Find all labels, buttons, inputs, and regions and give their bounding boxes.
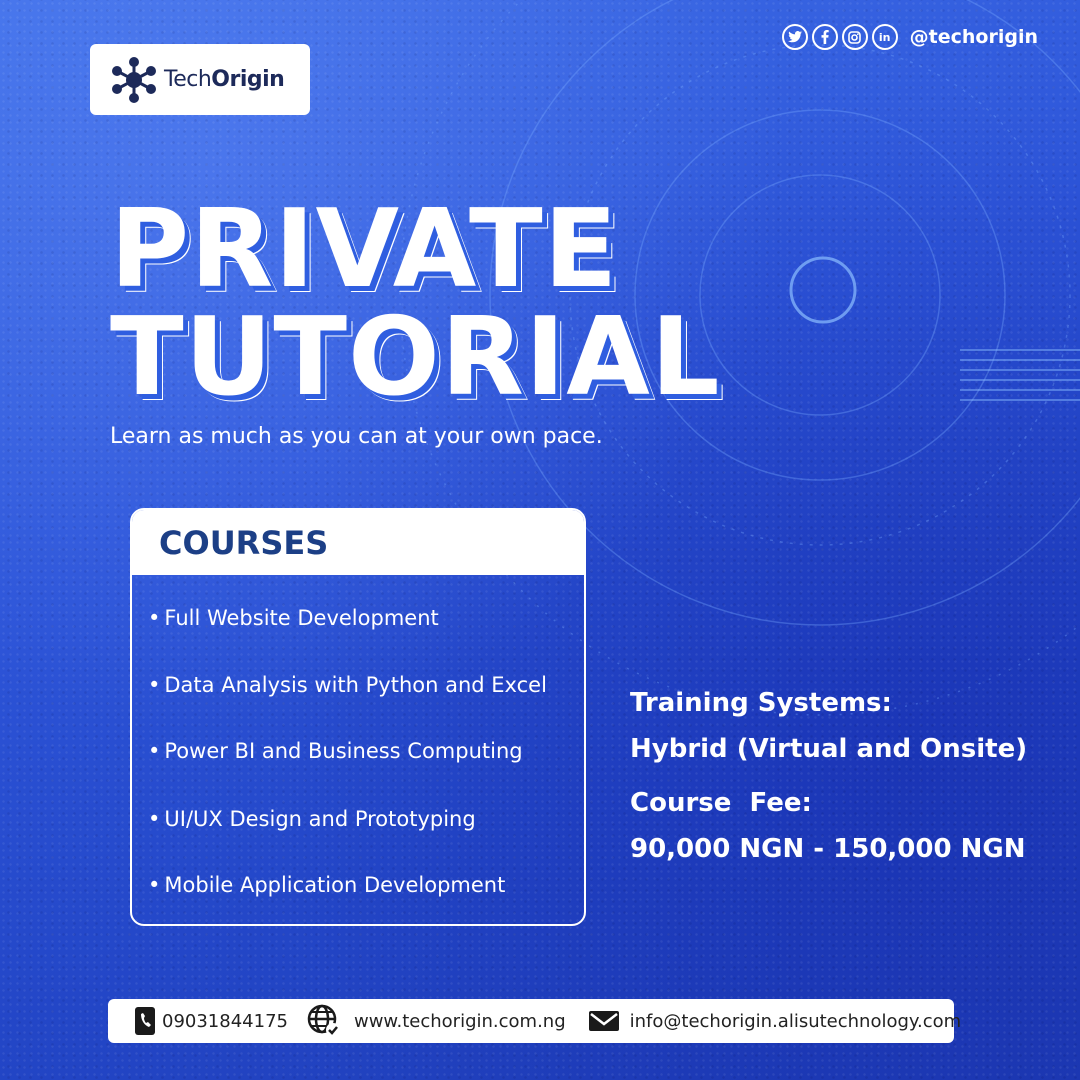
headline-line-2: TUTORIAL xyxy=(110,295,721,420)
courses-header: COURSES xyxy=(132,510,584,575)
twitter-icon[interactable] xyxy=(781,24,808,50)
course-item: Power BI and Business Computing xyxy=(148,739,522,763)
tagline: Learn as much as you can at your own pac… xyxy=(110,424,603,449)
social-links: in @techorigin xyxy=(781,24,1038,50)
email-address: info@techorigin.alisutechnology.com xyxy=(629,1010,962,1032)
instagram-icon[interactable] xyxy=(841,24,868,50)
courses-title: COURSES xyxy=(159,523,329,562)
phone-icon xyxy=(135,1007,155,1035)
brand-name-regular: Tech xyxy=(164,67,212,92)
brand-name: TechOrigin xyxy=(164,67,285,92)
linkedin-icon[interactable]: in xyxy=(871,24,898,50)
techorigin-logo-icon xyxy=(112,56,156,103)
brand-name-bold: Origin xyxy=(211,67,285,92)
phone-number: 09031844175 xyxy=(162,1010,288,1032)
training-systems-value: Hybrid (Virtual and Onsite) xyxy=(630,734,1028,764)
brand-logo: TechOrigin xyxy=(90,44,310,115)
website-contact[interactable]: www.techorigin.com.ng xyxy=(306,1003,566,1039)
globe-icon xyxy=(307,1004,340,1037)
course-item: Full Website Development xyxy=(148,606,438,630)
course-item: UI/UX Design and Prototyping xyxy=(148,807,475,831)
social-handle: @techorigin xyxy=(909,26,1038,48)
facebook-icon[interactable] xyxy=(811,24,838,50)
headline: PRIVATE TUTORIAL xyxy=(110,196,721,412)
training-systems-label: Training Systems: xyxy=(630,688,892,718)
course-item: Mobile Application Development xyxy=(148,873,505,897)
course-item: Data Analysis with Python and Excel xyxy=(148,673,547,697)
website-url: www.techorigin.com.ng xyxy=(353,1010,566,1032)
headline-line-1: PRIVATE xyxy=(110,187,619,312)
mail-icon xyxy=(588,1011,619,1031)
email-contact[interactable]: info@techorigin.alisutechnology.com xyxy=(588,1009,962,1033)
poster: TechOrigin in @techorigin PRIVATE TUTORI… xyxy=(0,0,1080,1080)
contact-bar: 09031844175 www.techorigin.com.ng info@t… xyxy=(108,999,961,1043)
phone-contact[interactable]: 09031844175 xyxy=(134,1006,288,1036)
course-fee-label: Course Fee: xyxy=(630,788,812,818)
course-fee-value: 90,000 NGN - 150,000 NGN xyxy=(630,834,1026,864)
courses-card: COURSES Full Website Development Data An… xyxy=(130,508,586,926)
